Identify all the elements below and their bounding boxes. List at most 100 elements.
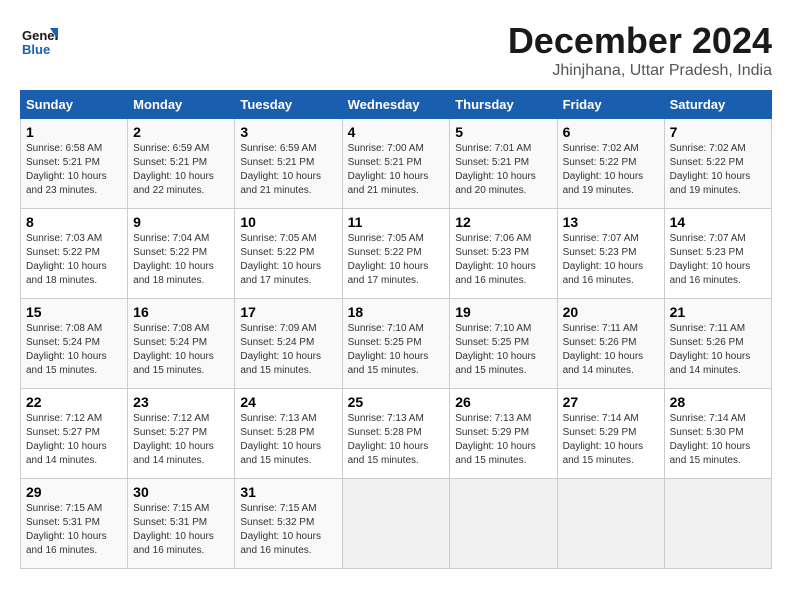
day-number: 22 [26,394,122,410]
calendar-cell: 12 Sunrise: 7:06 AM Sunset: 5:23 PM Dayli… [450,209,557,299]
week-row-4: 22 Sunrise: 7:12 AM Sunset: 5:27 PM Dayli… [21,389,772,479]
calendar-cell: 30 Sunrise: 7:15 AM Sunset: 5:31 PM Dayli… [128,479,235,569]
day-detail: Sunrise: 7:02 AM Sunset: 5:22 PM Dayligh… [670,142,766,198]
day-number: 30 [133,484,229,500]
day-detail: Sunrise: 7:04 AM Sunset: 5:22 PM Dayligh… [133,232,229,288]
week-row-3: 15 Sunrise: 7:08 AM Sunset: 5:24 PM Dayli… [21,299,772,389]
calendar-cell [557,479,664,569]
calendar-cell: 19Sunrise: 7:10 AM Sunset: 5:25 PM Dayli… [450,299,557,389]
calendar-cell: 27 Sunrise: 7:14 AM Sunset: 5:29 PM Dayli… [557,389,664,479]
day-number: 18 [348,304,445,320]
calendar-cell: 18Sunrise: 7:10 AM Sunset: 5:25 PM Dayli… [342,299,450,389]
calendar-cell: 2 Sunrise: 6:59 AM Sunset: 5:21 PM Daylig… [128,119,235,209]
calendar-cell: 15 Sunrise: 7:08 AM Sunset: 5:24 PM Dayli… [21,299,128,389]
day-detail: Sunrise: 7:12 AM Sunset: 5:27 PM Dayligh… [133,412,229,468]
day-detail: Sunrise: 7:13 AM Sunset: 5:28 PM Dayligh… [348,412,445,468]
calendar-cell: 10 Sunrise: 7:05 AM Sunset: 5:22 PM Dayli… [235,209,342,299]
calendar-cell: 5 Sunrise: 7:01 AM Sunset: 5:21 PM Daylig… [450,119,557,209]
calendar-cell: 25 Sunrise: 7:13 AM Sunset: 5:28 PM Dayli… [342,389,450,479]
calendar-cell: 1Sunrise: 6:58 AM Sunset: 5:21 PM Daylig… [21,119,128,209]
day-number: 9 [133,214,229,230]
day-number: 4 [348,124,445,140]
svg-text:Blue: Blue [22,42,50,57]
calendar-cell: 16Sunrise: 7:08 AM Sunset: 5:24 PM Dayli… [128,299,235,389]
day-detail: Sunrise: 7:11 AM Sunset: 5:26 PM Dayligh… [670,322,766,378]
day-number: 11 [348,214,445,230]
calendar-table: Sunday Monday Tuesday Wednesday Thursday… [20,90,772,569]
calendar-cell [664,479,771,569]
day-detail: Sunrise: 7:08 AM Sunset: 5:24 PM Dayligh… [26,322,122,378]
day-number: 25 [348,394,445,410]
day-detail: Sunrise: 7:15 AM Sunset: 5:32 PM Dayligh… [240,502,336,558]
day-number: 5 [455,124,551,140]
day-number: 10 [240,214,336,230]
day-detail: Sunrise: 7:03 AM Sunset: 5:22 PM Dayligh… [26,232,122,288]
calendar-cell: 8 Sunrise: 7:03 AM Sunset: 5:22 PM Daylig… [21,209,128,299]
week-row-5: 29 Sunrise: 7:15 AM Sunset: 5:31 PM Dayli… [21,479,772,569]
day-number: 13 [563,214,659,230]
day-number: 3 [240,124,336,140]
calendar-cell: 6 Sunrise: 7:02 AM Sunset: 5:22 PM Daylig… [557,119,664,209]
day-detail: Sunrise: 6:59 AM Sunset: 5:21 PM Dayligh… [133,142,229,198]
day-number: 28 [670,394,766,410]
week-row-1: 1Sunrise: 6:58 AM Sunset: 5:21 PM Daylig… [21,119,772,209]
day-detail: Sunrise: 7:01 AM Sunset: 5:21 PM Dayligh… [455,142,551,198]
week-row-2: 8 Sunrise: 7:03 AM Sunset: 5:22 PM Daylig… [21,209,772,299]
logo: General Blue [20,20,62,58]
day-number: 1 [26,124,122,140]
calendar-cell: 26Sunrise: 7:13 AM Sunset: 5:29 PM Dayli… [450,389,557,479]
header-tuesday: Tuesday [235,91,342,119]
day-detail: Sunrise: 7:11 AM Sunset: 5:26 PM Dayligh… [563,322,659,378]
day-detail: Sunrise: 7:02 AM Sunset: 5:22 PM Dayligh… [563,142,659,198]
calendar-cell: 7 Sunrise: 7:02 AM Sunset: 5:22 PM Daylig… [664,119,771,209]
calendar-cell: 3 Sunrise: 6:59 AM Sunset: 5:21 PM Daylig… [235,119,342,209]
calendar-cell [450,479,557,569]
day-number: 7 [670,124,766,140]
day-detail: Sunrise: 7:00 AM Sunset: 5:21 PM Dayligh… [348,142,445,198]
day-number: 19 [455,304,551,320]
calendar-cell: 20 Sunrise: 7:11 AM Sunset: 5:26 PM Dayli… [557,299,664,389]
day-number: 8 [26,214,122,230]
calendar-cell: 23 Sunrise: 7:12 AM Sunset: 5:27 PM Dayli… [128,389,235,479]
day-number: 16 [133,304,229,320]
day-number: 21 [670,304,766,320]
header-saturday: Saturday [664,91,771,119]
header-thursday: Thursday [450,91,557,119]
day-detail: Sunrise: 7:15 AM Sunset: 5:31 PM Dayligh… [26,502,122,558]
day-detail: Sunrise: 7:15 AM Sunset: 5:31 PM Dayligh… [133,502,229,558]
day-number: 24 [240,394,336,410]
month-title: December 2024 [508,20,772,62]
calendar-cell: 14Sunrise: 7:07 AM Sunset: 5:23 PM Dayli… [664,209,771,299]
calendar-cell: 17Sunrise: 7:09 AM Sunset: 5:24 PM Dayli… [235,299,342,389]
day-number: 29 [26,484,122,500]
calendar-cell: 28 Sunrise: 7:14 AM Sunset: 5:30 PM Dayli… [664,389,771,479]
day-number: 26 [455,394,551,410]
day-number: 12 [455,214,551,230]
calendar-cell: 29 Sunrise: 7:15 AM Sunset: 5:31 PM Dayli… [21,479,128,569]
calendar-cell: 24Sunrise: 7:13 AM Sunset: 5:28 PM Dayli… [235,389,342,479]
day-detail: Sunrise: 7:06 AM Sunset: 5:23 PM Dayligh… [455,232,551,288]
day-number: 31 [240,484,336,500]
day-detail: Sunrise: 7:14 AM Sunset: 5:30 PM Dayligh… [670,412,766,468]
day-detail: Sunrise: 7:05 AM Sunset: 5:22 PM Dayligh… [348,232,445,288]
calendar-cell: 21 Sunrise: 7:11 AM Sunset: 5:26 PM Dayli… [664,299,771,389]
day-detail: Sunrise: 7:05 AM Sunset: 5:22 PM Dayligh… [240,232,336,288]
calendar-header-row: Sunday Monday Tuesday Wednesday Thursday… [21,91,772,119]
title-area: December 2024 Jhinjhana, Uttar Pradesh, … [508,20,772,80]
calendar-cell: 31 Sunrise: 7:15 AM Sunset: 5:32 PM Dayli… [235,479,342,569]
day-number: 27 [563,394,659,410]
calendar-cell [342,479,450,569]
day-detail: Sunrise: 7:12 AM Sunset: 5:27 PM Dayligh… [26,412,122,468]
calendar-cell: 22 Sunrise: 7:12 AM Sunset: 5:27 PM Dayli… [21,389,128,479]
day-number: 15 [26,304,122,320]
header-friday: Friday [557,91,664,119]
header-monday: Monday [128,91,235,119]
day-detail: Sunrise: 7:07 AM Sunset: 5:23 PM Dayligh… [670,232,766,288]
day-number: 20 [563,304,659,320]
day-number: 2 [133,124,229,140]
day-number: 23 [133,394,229,410]
location-title: Jhinjhana, Uttar Pradesh, India [508,62,772,80]
day-detail: Sunrise: 6:59 AM Sunset: 5:21 PM Dayligh… [240,142,336,198]
day-number: 6 [563,124,659,140]
day-detail: Sunrise: 7:14 AM Sunset: 5:29 PM Dayligh… [563,412,659,468]
